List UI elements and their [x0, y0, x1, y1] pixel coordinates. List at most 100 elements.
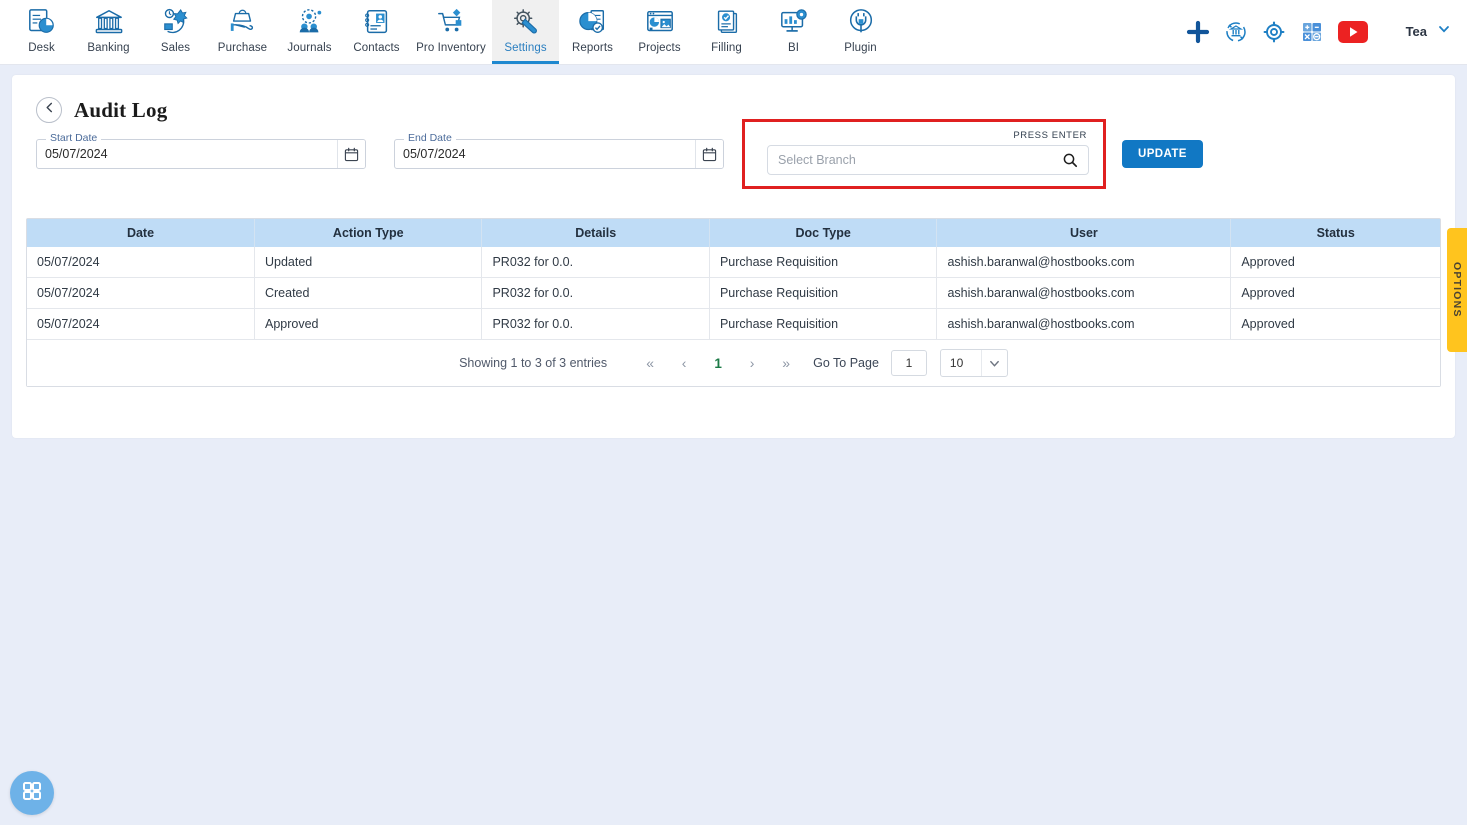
- column-header-user[interactable]: User: [936, 219, 1232, 247]
- cell-date: 05/07/2024: [27, 247, 255, 278]
- column-header-status[interactable]: Status: [1230, 219, 1440, 247]
- nav-item-contacts[interactable]: Contacts: [343, 0, 410, 64]
- nav-label: Contacts: [353, 42, 400, 54]
- table-row[interactable]: 05/07/2024 Updated PR032 for 0.0. Purcha…: [27, 247, 1440, 278]
- grid-apps-icon: [21, 780, 43, 807]
- nav-label: Purchase: [217, 42, 268, 54]
- goto-page-input[interactable]: [890, 350, 927, 376]
- nav-item-bi[interactable]: BI: [760, 0, 827, 64]
- cell-action-type: Approved: [254, 308, 483, 339]
- end-date-calendar-icon[interactable]: [695, 140, 723, 168]
- column-header-doc-type[interactable]: Doc Type: [709, 219, 938, 247]
- entries-summary: Showing 1 to 3 of 3 entries: [459, 356, 608, 370]
- nav-item-projects[interactable]: Projects: [626, 0, 693, 64]
- nav-item-filling[interactable]: Filling: [693, 0, 760, 64]
- journals-icon: [295, 5, 325, 39]
- table-row[interactable]: 05/07/2024 Approved PR032 for 0.0. Purch…: [27, 308, 1440, 339]
- calculator-icon[interactable]: [1300, 20, 1324, 44]
- settings-gear-wrench-icon: [511, 5, 541, 39]
- table-header-row: Date Action Type Details Doc Type User S…: [27, 219, 1440, 247]
- nav-item-pro-inventory[interactable]: Pro Inventory: [410, 0, 492, 64]
- end-date-field: End Date: [394, 132, 724, 169]
- add-plus-icon[interactable]: [1186, 20, 1210, 44]
- branch-select-box[interactable]: [767, 145, 1089, 175]
- bank-sync-icon[interactable]: [1224, 20, 1248, 44]
- next-page-button[interactable]: ›: [735, 348, 769, 378]
- nav-label: Journals: [287, 42, 332, 54]
- nav-label: Filling: [711, 42, 742, 54]
- options-tab-label: OPTIONS: [1451, 262, 1463, 318]
- nav-label: Reports: [572, 42, 613, 54]
- start-date-label: Start Date: [46, 132, 102, 144]
- last-page-button[interactable]: »: [769, 348, 803, 378]
- page-number-1[interactable]: 1: [701, 348, 735, 378]
- column-header-date[interactable]: Date: [27, 219, 255, 247]
- projects-icon: [645, 5, 675, 39]
- filling-docs-icon: [712, 5, 742, 39]
- nav-label: Pro Inventory: [416, 42, 486, 54]
- update-button[interactable]: UPDATE: [1122, 140, 1203, 168]
- first-page-button[interactable]: «: [633, 348, 667, 378]
- cell-status: Approved: [1230, 277, 1440, 309]
- cell-doc-type: Purchase Requisition: [709, 277, 938, 309]
- page-size-select[interactable]: 10: [939, 349, 1008, 377]
- main-navbar: Desk Banking Sales Purchase Journals Con…: [0, 0, 1467, 65]
- contacts-icon: [362, 5, 392, 39]
- inventory-icon: [436, 5, 466, 39]
- page-title: Audit Log: [74, 97, 168, 122]
- branch-filter-highlight: PRESS ENTER: [742, 119, 1106, 189]
- nav-item-reports[interactable]: Reports: [559, 0, 626, 64]
- audit-log-table-wrapper: Date Action Type Details Doc Type User S…: [26, 218, 1441, 387]
- nav-item-list: Desk Banking Sales Purchase Journals Con…: [8, 0, 894, 64]
- cell-doc-type: Purchase Requisition: [709, 247, 938, 278]
- table-row[interactable]: 05/07/2024 Created PR032 for 0.0. Purcha…: [27, 277, 1440, 309]
- nav-item-plugin[interactable]: Plugin: [827, 0, 894, 64]
- cell-status: Approved: [1230, 308, 1440, 339]
- nav-item-desk[interactable]: Desk: [8, 0, 75, 64]
- chevron-down-icon: [980, 350, 1007, 376]
- options-side-tab[interactable]: OPTIONS: [1447, 228, 1467, 352]
- start-date-input[interactable]: [37, 140, 337, 168]
- search-icon[interactable]: [1058, 152, 1088, 168]
- nav-item-purchase[interactable]: Purchase: [209, 0, 276, 64]
- column-header-action-type[interactable]: Action Type: [254, 219, 483, 247]
- nav-item-sales[interactable]: Sales: [142, 0, 209, 64]
- user-name: Tea: [1405, 24, 1427, 39]
- apps-fab-button[interactable]: [10, 771, 54, 815]
- nav-item-journals[interactable]: Journals: [276, 0, 343, 64]
- nav-item-settings[interactable]: Settings: [492, 0, 559, 64]
- cell-date: 05/07/2024: [27, 277, 255, 309]
- desk-icon: [27, 5, 57, 39]
- end-date-input[interactable]: [395, 140, 695, 168]
- cell-action-type: Created: [254, 277, 483, 309]
- nav-label: Projects: [638, 42, 681, 54]
- pagination-bar: Showing 1 to 3 of 3 entries « ‹ 1 › » Go…: [27, 339, 1440, 386]
- page-body: Audit Log Start Date 05/07/2024 End Date…: [0, 65, 1467, 448]
- reports-piechart-icon: [578, 5, 608, 39]
- cell-user: ashish.baranwal@hostbooks.com: [936, 277, 1232, 309]
- nav-label: Desk: [28, 42, 55, 54]
- nav-item-banking[interactable]: Banking: [75, 0, 142, 64]
- prev-page-button[interactable]: ‹: [667, 348, 701, 378]
- cell-action-type: Updated: [254, 247, 483, 278]
- cell-doc-type: Purchase Requisition: [709, 308, 938, 339]
- page-header: Audit Log: [26, 91, 1441, 125]
- end-date-label: End Date: [404, 132, 456, 144]
- cell-details: PR032 for 0.0.: [481, 308, 710, 339]
- youtube-icon[interactable]: [1337, 20, 1368, 43]
- user-menu[interactable]: Tea: [1406, 22, 1451, 41]
- bank-icon: [94, 5, 124, 39]
- column-header-details[interactable]: Details: [481, 219, 710, 247]
- start-date-calendar-icon[interactable]: [337, 140, 365, 168]
- gear-icon[interactable]: [1262, 20, 1286, 44]
- cell-user: ashish.baranwal@hostbooks.com: [936, 247, 1232, 278]
- purchase-icon: [228, 5, 258, 39]
- audit-log-card: Audit Log Start Date 05/07/2024 End Date…: [12, 75, 1455, 438]
- select-branch-input[interactable]: [768, 153, 1058, 167]
- nav-label: Sales: [160, 42, 191, 54]
- back-button[interactable]: [36, 97, 62, 123]
- press-enter-hint: PRESS ENTER: [1013, 130, 1087, 141]
- sales-icon: [161, 5, 191, 39]
- chevron-down-icon: [1437, 22, 1451, 41]
- chevron-left-icon: [43, 101, 56, 119]
